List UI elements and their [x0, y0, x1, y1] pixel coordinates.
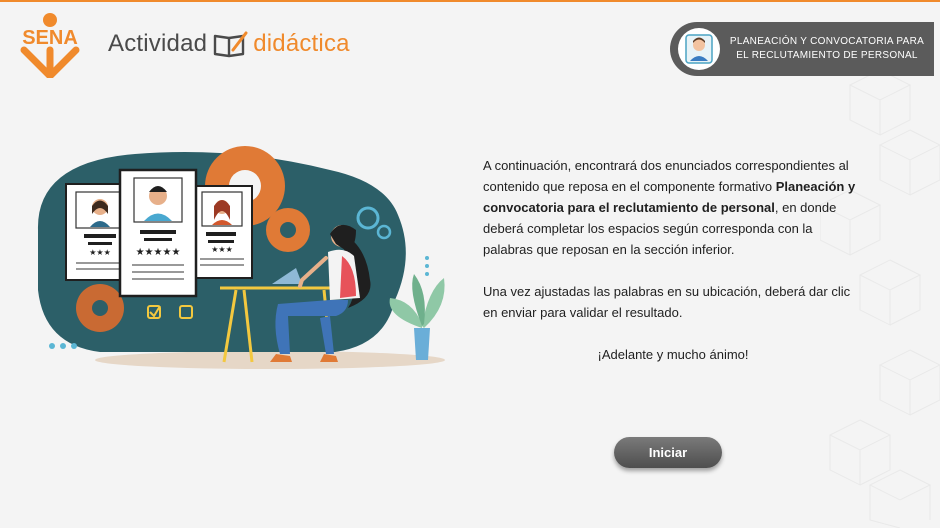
title-word-actividad: Actividad — [108, 30, 208, 57]
small-gear-icon — [76, 284, 124, 332]
recruitment-profile-icon — [678, 28, 720, 70]
start-button[interactable]: Iniciar — [614, 437, 722, 468]
top-accent-line — [0, 0, 940, 2]
recruitment-illustration: ★★★ ★★★ ★★★★★ — [37, 146, 445, 369]
badge-line-2: EL RECLUTAMIENTO DE PERSONAL — [736, 50, 918, 61]
book-pencil-icon — [213, 31, 248, 58]
course-badge: PLANEACIÓN Y CONVOCATORIA PARA EL RECLUT… — [670, 22, 934, 76]
badge-line-1: PLANEACIÓN Y CONVOCATORIA PARA — [729, 36, 925, 47]
instructions-paragraph-2: Una vez ajustadas las palabras en su ubi… — [483, 284, 851, 320]
svg-text:★★★: ★★★ — [211, 245, 233, 254]
svg-text:★★★★★: ★★★★★ — [136, 247, 181, 258]
sena-logo: SENA — [20, 13, 80, 78]
title-word-didactica: didáctica — [253, 30, 350, 57]
encouragement-text: ¡Adelante y mucho ánimo! — [597, 347, 749, 362]
resume-card-center: ★★★★★ — [118, 168, 198, 298]
activity-title: Actividad didáctica — [108, 28, 350, 60]
resume-card-right: ★★★ — [191, 185, 253, 279]
instructions-text: A continuación, encontrará dos enunciado… — [483, 155, 863, 365]
badge-title: PLANEACIÓN Y CONVOCATORIA PARA EL RECLUT… — [720, 35, 934, 63]
instructions-paragraph-1: A continuación, encontrará dos enunciado… — [483, 155, 863, 260]
medium-gear-icon — [266, 208, 310, 252]
svg-text:★★★: ★★★ — [89, 248, 111, 257]
sena-logo-text: SENA — [22, 27, 78, 49]
